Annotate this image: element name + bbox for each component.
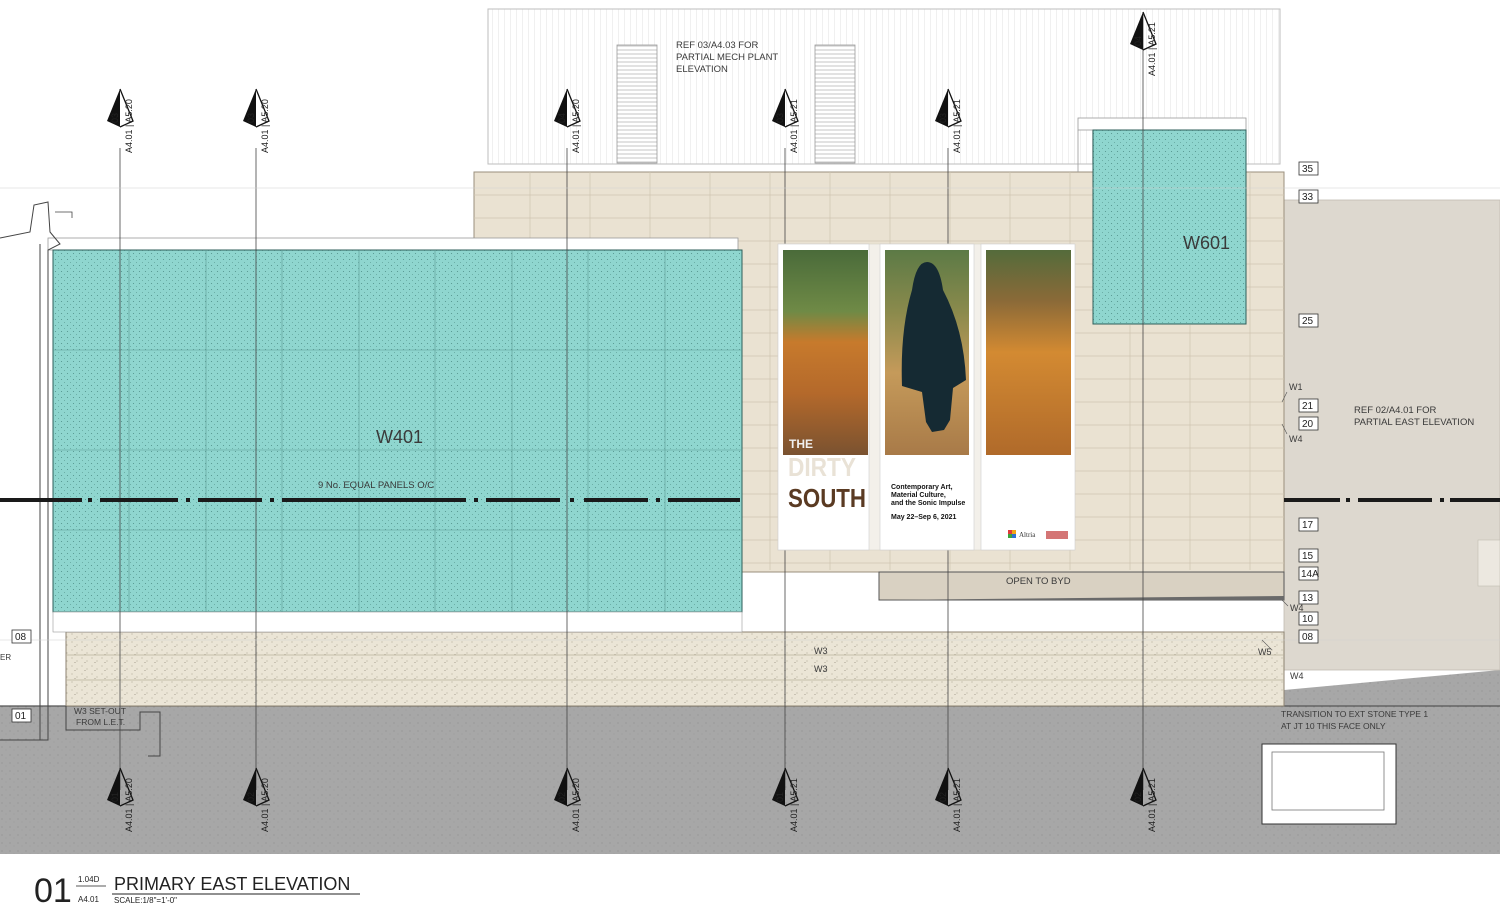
svg-text:A4.01 | A5.20: A4.01 | A5.20: [571, 99, 581, 153]
tag-w4-mid: W4: [1290, 603, 1304, 613]
drawing-title: PRIMARY EAST ELEVATION: [114, 874, 350, 894]
open-to-byd-label: OPEN TO BYD: [1006, 576, 1071, 587]
elevation-drawing: THE DIRTY SOUTH Contemporary Art, Materi…: [0, 8, 1500, 909]
svg-text:01: 01: [775, 792, 785, 802]
ground-slope-right: [1284, 670, 1500, 706]
banner-title-dirty: DIRTY: [788, 452, 856, 482]
level-10: 10: [1302, 614, 1314, 625]
w3-setout-note-1: W3 SET-OUT: [74, 706, 126, 716]
svg-text:01: 01: [110, 792, 120, 802]
tag-w5: W5: [1258, 647, 1272, 657]
svg-text:A4.01 | A5.20: A4.01 | A5.20: [124, 99, 134, 153]
svg-text:A4.01 | A5.21: A4.01 | A5.21: [1147, 778, 1157, 832]
banner-title-the: THE: [789, 437, 813, 451]
level-25: 25: [1302, 316, 1314, 327]
banner-1-photo: [783, 250, 868, 455]
transition-note-2: AT JT 10 THIS FACE ONLY: [1281, 721, 1386, 731]
svg-text:A4.01 | A5.20: A4.01 | A5.20: [260, 99, 270, 153]
panel-w401: W401: [376, 427, 423, 447]
level-15: 15: [1302, 551, 1314, 562]
svg-text:04: 04: [1133, 36, 1143, 46]
tag-w1: W1: [1289, 382, 1303, 392]
level-21: 21: [1302, 401, 1314, 412]
svg-text:03: 03: [938, 113, 948, 123]
banner-subtitle-1: Contemporary Art,: [891, 484, 953, 491]
level-17: 17: [1302, 520, 1314, 531]
level-01-left: 01: [15, 711, 27, 722]
tag-w3-b: W3: [814, 664, 828, 674]
tag-w4-lower: W4: [1290, 671, 1304, 681]
svg-text:A4.01 | A5.20: A4.01 | A5.20: [124, 778, 134, 832]
mech-plant-note-3: ELEVATION: [676, 64, 728, 75]
svg-text:03: 03: [246, 113, 256, 123]
banner-3-photo: [986, 250, 1071, 455]
svg-text:A4.01 | A5.20: A4.01 | A5.20: [260, 778, 270, 832]
svg-text:A4.01 | A5.21: A4.01 | A5.21: [789, 778, 799, 832]
level-08-left: 08: [15, 632, 27, 643]
svg-text:A4.01 | A5.20: A4.01 | A5.20: [571, 778, 581, 832]
svg-text:A4.01 | A5.21: A4.01 | A5.21: [952, 778, 962, 832]
drawing-scale: SCALE:1/8"=1'-0": [114, 896, 177, 905]
svg-text:03: 03: [775, 113, 785, 123]
section-marker-top: 03 A4.01 | A5.20: [107, 88, 134, 153]
mech-plant-note-1: REF 03/A4.03 FOR: [676, 40, 759, 51]
svg-text:02: 02: [938, 792, 948, 802]
section-marker-top: 03 A4.01 | A5.20: [243, 88, 270, 153]
banner-subtitle-3: and the Sonic Impulse: [891, 500, 965, 507]
ground-pit: [1261, 743, 1397, 825]
svg-text:03: 03: [110, 113, 120, 123]
level-14a: 14A: [1301, 569, 1319, 580]
w3-setout-note-2: FROM L.E.T.: [76, 717, 125, 727]
banner-subtitle-2: Material Culture,: [891, 492, 946, 499]
equal-panels-note: 9 No. EQUAL PANELS O/C: [318, 480, 434, 491]
panel-w601: W601: [1183, 233, 1230, 253]
louver-right: [814, 44, 856, 164]
svg-text:A4.01 | A5.21: A4.01 | A5.21: [952, 99, 962, 153]
level-13: 13: [1302, 593, 1314, 604]
svg-text:02: 02: [1133, 792, 1143, 802]
level-08-right: 08: [1302, 632, 1314, 643]
title-sheet-bottom: A4.01: [78, 895, 99, 904]
svg-text:A4.01 | A5.21: A4.01 | A5.21: [1147, 22, 1157, 76]
level-33: 33: [1302, 192, 1314, 203]
svg-text:02: 02: [557, 792, 567, 802]
sponsor-name: Altria: [1019, 531, 1036, 539]
banner-title-south: SOUTH: [788, 483, 866, 513]
sponsor-logo-icon: [1008, 530, 1016, 538]
svg-text:02: 02: [246, 792, 256, 802]
svg-text:A4.01 | A5.21: A4.01 | A5.21: [789, 99, 799, 153]
transition-note-1: TRANSITION TO EXT STONE TYPE 1: [1281, 709, 1428, 719]
louver-left: [616, 44, 658, 164]
partial-east-note-2: PARTIAL EAST ELEVATION: [1354, 417, 1474, 428]
left-edge-label: ER: [0, 653, 11, 662]
w601-glazing: [1092, 129, 1247, 325]
partial-east-note-1: REF 02/A4.01 FOR: [1354, 405, 1437, 416]
level-20: 20: [1302, 419, 1314, 430]
level-35: 35: [1302, 164, 1314, 175]
svg-text:04: 04: [557, 113, 567, 123]
open-to-byd-recess: [878, 571, 1285, 601]
base-stone-wall: [65, 631, 1285, 707]
tag-w4-upper: W4: [1289, 434, 1303, 444]
title-number: 01: [34, 872, 72, 909]
museum-logo-icon: [1046, 531, 1068, 539]
title-sheet-top: 1.04D: [78, 875, 100, 884]
mech-plant-note-2: PARTIAL MECH PLANT: [676, 52, 778, 63]
banner-dates: May 22–Sep 6, 2021: [891, 514, 956, 521]
tag-w3-a: W3: [814, 646, 828, 656]
